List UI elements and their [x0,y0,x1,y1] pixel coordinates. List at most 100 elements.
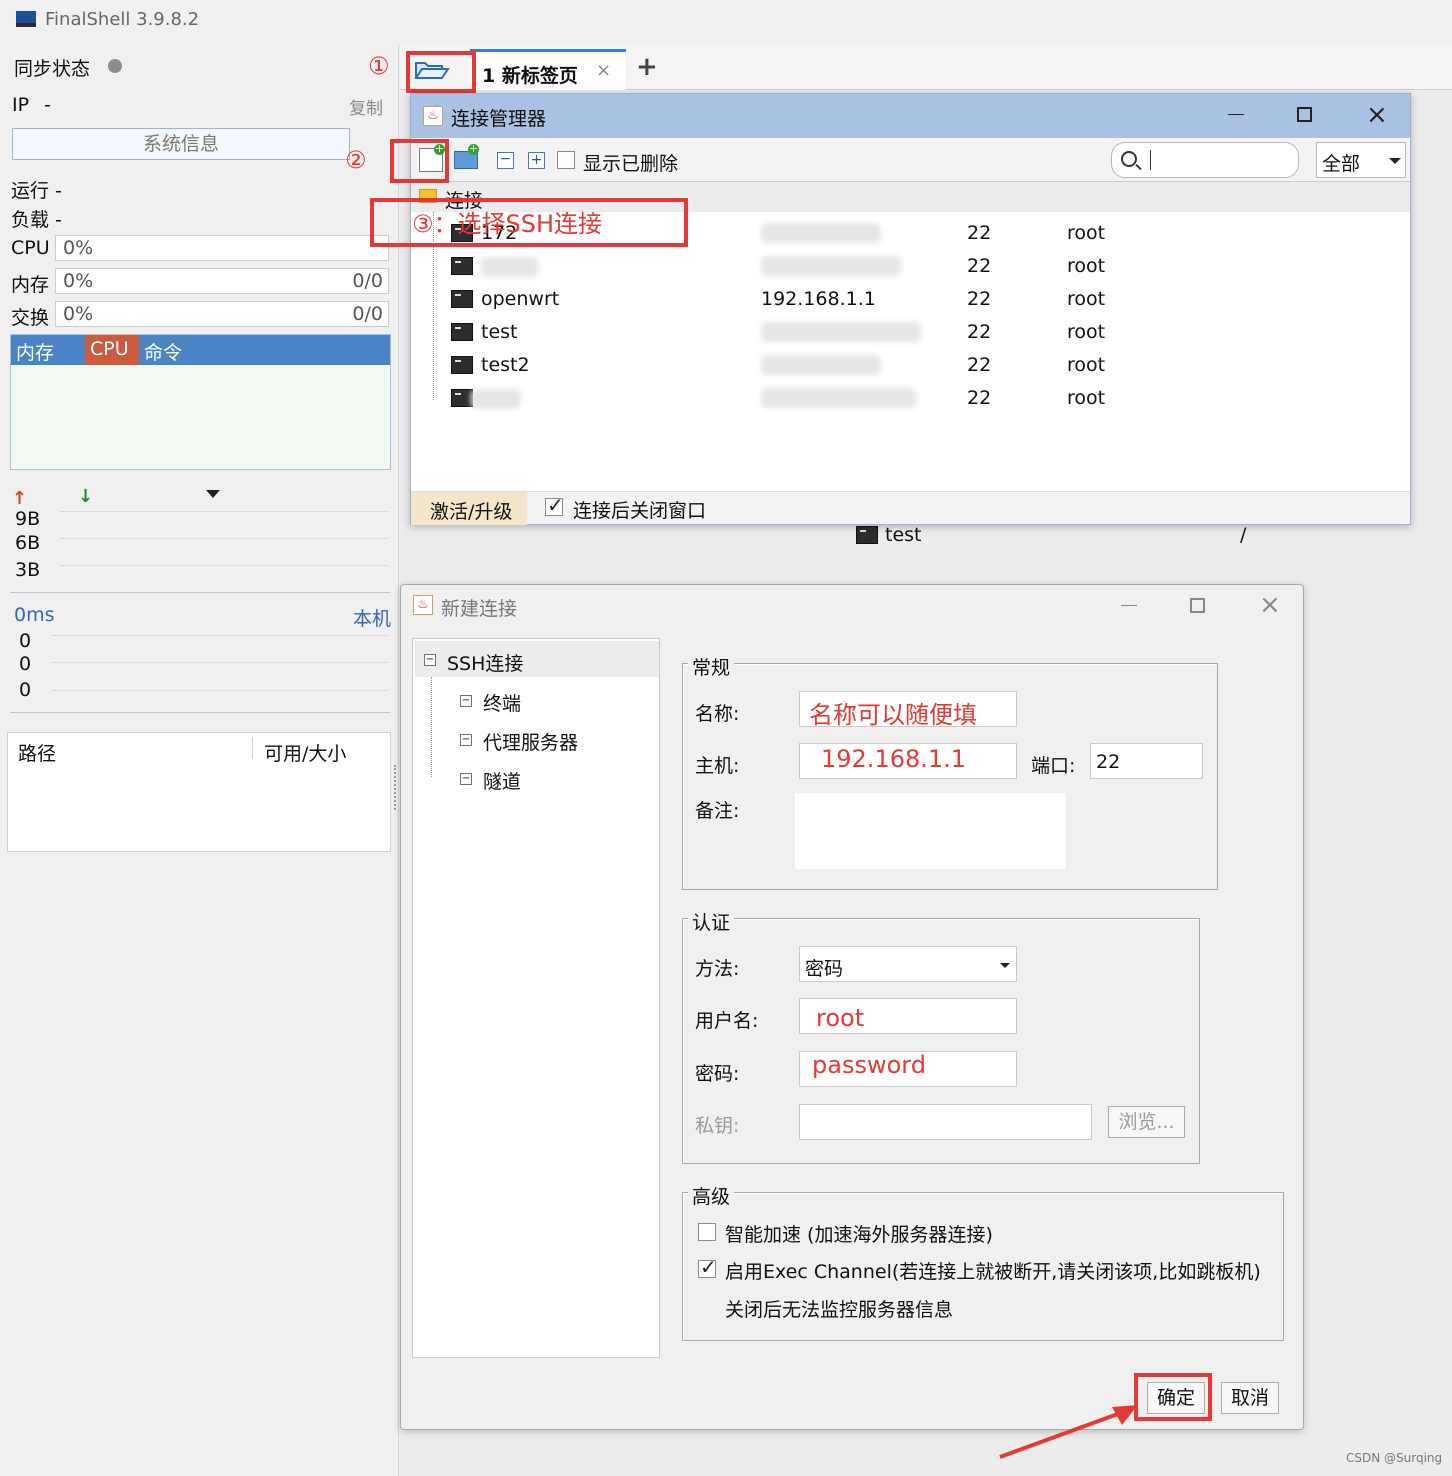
conn-manager-footer: 激活/升级 ✓ 连接后关闭窗口 [411,491,1410,525]
close-button[interactable]: × [1259,590,1281,620]
close-after-label: 连接后关闭窗口 [573,500,707,522]
tab-new[interactable]: 1 新标签页 × [470,49,626,90]
port-input[interactable]: 22 [1090,743,1203,779]
latency-label: 0ms [14,604,55,626]
net-gridline [60,511,388,512]
disk-path-header: 路径 [18,743,57,765]
host-input[interactable]: 192.168.1.1 [799,743,1017,779]
host-label: 主机: [695,755,740,777]
user-input[interactable]: root [799,998,1017,1034]
maximize-button[interactable] [1190,598,1205,613]
note-input[interactable] [795,793,1066,869]
cpu-value: 0% [63,237,94,259]
pass-input[interactable]: password [799,1051,1017,1087]
proc-tab-cmd[interactable]: 命令 [144,338,182,365]
tree-item-terminal[interactable]: − 终端 [433,685,653,717]
collapse-icon: − [460,734,472,746]
conn-port: 22 [967,255,992,277]
exec-channel-note: 关闭后无法监控服务器信息 [725,1299,954,1321]
key-input[interactable] [799,1104,1092,1140]
latency-gridline [52,690,388,691]
copy-ip-button[interactable]: 复制 [349,94,383,119]
method-select[interactable]: 密码 [799,946,1017,982]
cancel-button[interactable]: 取消 [1221,1382,1279,1414]
conn-manager-window: ♨ 连接管理器 × + + − + 显示已删除 全部 连接 172 22 roo… [410,93,1411,525]
mem-bar: 0% 0/0 [55,268,389,294]
new-conn-title: 新建连接 [441,598,518,620]
conn-host-blurred [761,322,921,342]
user-value: root [816,1004,865,1032]
step-3-label: ③：选择SSH连接 [412,210,603,238]
swap-bar: 0% 0/0 [55,301,389,327]
conn-user: root [1067,288,1106,310]
filter-select[interactable]: 全部 [1316,142,1406,178]
expand-all-button[interactable]: + [528,152,545,169]
latency-value: 0 [19,653,32,675]
add-tab-button[interactable]: + [636,52,658,82]
conn-row[interactable]: openwrt 192.168.1.1 22 root [411,283,1410,316]
proc-tab-cpu[interactable]: CPU [85,335,139,365]
conn-manager-title: 连接管理器 [451,108,547,130]
process-table: 内存 CPU 命令 [10,334,391,470]
conn-name-blurred [481,257,539,277]
download-arrow-icon: ↓ [78,486,94,507]
exec-channel-label: 启用Exec Channel(若连接上就被断开,请关闭该项,比如跳板机) [725,1261,1261,1283]
conn-row[interactable]: 22 root [411,382,1410,415]
collapse-icon: − [460,695,472,707]
conn-user: root [1067,222,1106,244]
highlight-open-folder [406,51,476,93]
latency-value: 0 [19,630,32,652]
close-button[interactable]: × [1366,100,1388,130]
net-divider [10,592,391,593]
note-label: 备注: [695,800,740,822]
latency-value: 0 [19,679,32,701]
latency-target[interactable]: 本机 [353,604,391,631]
conn-row[interactable]: 22 root [411,250,1410,283]
proc-tab-mem[interactable]: 内存 [16,338,54,365]
tab-bar: 1 新标签页 × + [400,44,1452,90]
name-label: 名称: [695,703,740,725]
sync-label: 同步状态 [14,58,91,80]
conn-manager-titlebar: ♨ 连接管理器 × [411,94,1410,138]
exec-channel-checkbox[interactable]: ✓ [698,1255,717,1279]
collapse-all-button[interactable]: − [497,152,514,169]
name-input[interactable]: 名称可以随便填 [799,691,1017,729]
disk-table: 路径 可用/大小 [7,732,391,852]
bg-session-name[interactable]: test [885,524,922,546]
net-dropdown-icon[interactable] [206,490,220,498]
conn-search-input[interactable] [1111,142,1299,178]
new-folder-button[interactable]: + [454,143,479,169]
conn-host-blurred [761,355,881,375]
highlight-new-connection [390,139,449,183]
conn-host: 192.168.1.1 [761,288,876,310]
smart-accel-checkbox[interactable] [698,1223,716,1241]
close-after-checkbox[interactable]: ✓ [545,493,564,517]
conn-host-blurred [761,388,916,408]
tree-root-row[interactable]: − SSH连接 [415,641,659,677]
tree-item-label: 隧道 [483,771,522,793]
conn-host-blurred [761,223,881,243]
conn-port: 22 [967,387,992,409]
swap-ratio: 0/0 [352,303,383,325]
sysinfo-button[interactable]: 系统信息 [12,128,350,160]
conn-row[interactable]: test2 22 root [411,349,1410,382]
conn-row[interactable]: test 22 root [411,316,1410,349]
net-tick-9b: 9B [15,508,41,530]
browse-button[interactable]: 浏览... [1108,1106,1185,1138]
net-tick-6b: 6B [15,532,41,554]
tree-item-proxy[interactable]: − 代理服务器 [433,724,653,756]
sidebar: 同步状态 ① IP - 复制 系统信息 ② 运行 - 负载 - CPU 0% 内… [0,40,398,1476]
minimize-button[interactable] [1228,114,1244,115]
show-deleted-checkbox[interactable] [557,151,575,169]
maximize-button[interactable] [1297,107,1312,122]
tab-close-icon[interactable]: × [596,60,611,81]
terminal-icon [451,290,473,308]
minimize-button[interactable] [1121,605,1137,606]
disk-header-divider [252,737,253,759]
method-value: 密码 [805,958,844,980]
ip-label: IP [12,94,30,116]
conn-name: test [481,321,518,343]
activate-button[interactable]: 激活/升级 [411,492,527,525]
tree-item-tunnel[interactable]: − 隧道 [433,763,653,795]
app-title: FinalShell 3.9.8.2 [45,9,200,30]
